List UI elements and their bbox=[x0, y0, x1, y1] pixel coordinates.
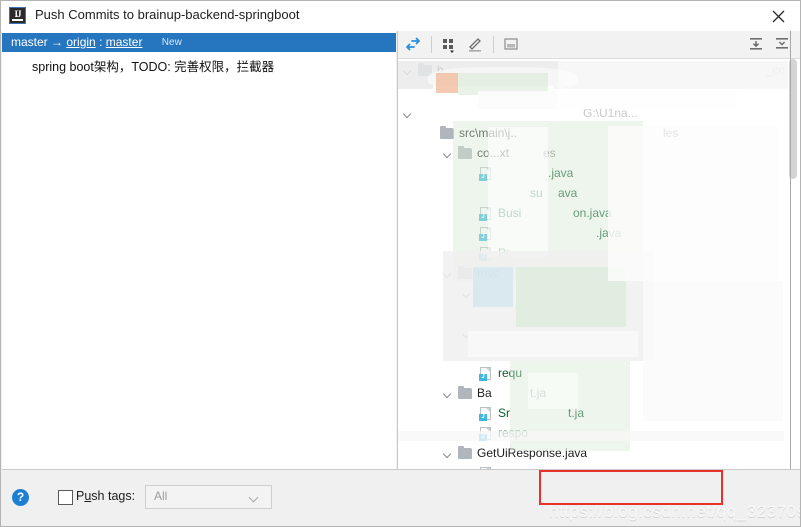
edit-source-icon[interactable] bbox=[466, 35, 486, 54]
close-icon[interactable] bbox=[756, 1, 800, 31]
tree-row-suffix: .java bbox=[596, 226, 622, 240]
folder-icon bbox=[440, 126, 454, 139]
dialog-footer: ? Push tags: All Push Cancel bbox=[2, 469, 800, 526]
title-bar: IJ Push Commits to brainup-backend-sprin… bbox=[1, 1, 800, 31]
arrow-icon: → bbox=[51, 35, 64, 49]
tree-row-label: Ba bbox=[477, 386, 492, 400]
preview-diff-icon[interactable] bbox=[502, 35, 522, 54]
chevron-down-icon[interactable] bbox=[403, 61, 414, 80]
chevron-down-icon[interactable] bbox=[443, 384, 454, 403]
remote-label[interactable]: origin bbox=[66, 35, 95, 49]
panel-right-edge bbox=[790, 31, 791, 469]
tree-row-label: Pr bbox=[498, 246, 510, 260]
tree-row-label: GetUiResponse.java bbox=[477, 446, 588, 460]
push-tags-label: Push tags: bbox=[76, 489, 136, 503]
folder-icon bbox=[458, 146, 472, 159]
tree-row-suffix: on.java bbox=[573, 206, 612, 220]
expand-all-icon[interactable] bbox=[747, 35, 767, 54]
folder-icon bbox=[458, 386, 472, 399]
tags-value: All bbox=[154, 489, 168, 503]
java-file-icon bbox=[479, 207, 491, 221]
chevron-down-icon[interactable] bbox=[443, 144, 454, 163]
tree-row-suffix: _co bbox=[766, 63, 784, 77]
tree-row-suffix: G:\U1na... bbox=[583, 106, 638, 120]
chevron-down-icon[interactable] bbox=[443, 264, 454, 283]
tree-row-suffix: les bbox=[663, 126, 679, 140]
files-toolbar bbox=[398, 31, 800, 59]
tree-row-suffix: ava bbox=[558, 186, 578, 200]
branch-row[interactable]: master → origin : master New bbox=[2, 33, 396, 52]
chevron-down-icon[interactable] bbox=[462, 324, 473, 343]
tags-dropdown[interactable]: All bbox=[145, 485, 272, 509]
tree-scrollbar[interactable] bbox=[785, 59, 800, 469]
folder-icon bbox=[458, 446, 472, 459]
help-icon[interactable]: ? bbox=[12, 489, 29, 506]
page-title: Push Commits to brainup-backend-springbo… bbox=[35, 7, 300, 22]
folder-icon bbox=[418, 63, 432, 76]
tree-row-label: mvc bbox=[477, 266, 499, 280]
java-file-icon bbox=[479, 167, 491, 181]
java-file-icon bbox=[479, 367, 491, 381]
branch-separator: : bbox=[99, 35, 103, 49]
group-by-icon[interactable] bbox=[440, 35, 460, 54]
push-commits-dialog: IJ Push Commits to brainup-backend-sprin… bbox=[0, 0, 801, 527]
list-item[interactable]: spring boot架构，TODO: 完善权限，拦截器 bbox=[2, 55, 396, 75]
tree-row-suffix: t.ja bbox=[568, 406, 585, 420]
commits-panel[interactable]: master → origin : master New spring boot… bbox=[2, 31, 396, 469]
tree-row-label: b.. bbox=[437, 63, 451, 77]
tree-row-label: co...xt bbox=[477, 146, 510, 160]
tree-row-label: requ bbox=[498, 366, 523, 380]
local-branch-label: master bbox=[11, 35, 48, 49]
java-file-icon bbox=[479, 407, 491, 421]
tree-row-label: respo bbox=[498, 426, 529, 440]
tree-row-label: Sr bbox=[498, 406, 510, 420]
java-file-icon bbox=[479, 247, 491, 261]
tree-row-label: Busi bbox=[498, 206, 522, 220]
chevron-down-icon[interactable] bbox=[403, 104, 414, 123]
tree-row-suffix: es bbox=[543, 146, 556, 160]
tree-row-suffix: .java bbox=[548, 166, 574, 180]
tree-row-label: su bbox=[530, 186, 543, 200]
folder-icon bbox=[458, 266, 472, 279]
remote-branch-label[interactable]: master bbox=[106, 35, 143, 49]
java-file-icon bbox=[479, 427, 491, 441]
changed-files-tree[interactable]: b.. _co G:\U1na... src\main\j.. les co..… bbox=[398, 59, 784, 469]
tree-row-suffix: t.ja bbox=[530, 386, 547, 400]
chevron-down-icon[interactable] bbox=[462, 284, 473, 303]
intellij-idea-icon: IJ bbox=[9, 7, 26, 24]
push-tags-checkbox[interactable] bbox=[58, 490, 73, 505]
changed-files-panel[interactable]: b.. _co G:\U1na... src\main\j.. les co..… bbox=[398, 31, 800, 469]
compare-changes-icon[interactable] bbox=[404, 35, 424, 54]
java-file-icon bbox=[479, 227, 491, 241]
tree-row-label: src\main\j.. bbox=[459, 126, 518, 140]
commit-message: spring boot架构，TODO: 完善权限，拦截器 bbox=[32, 60, 275, 74]
chevron-down-icon[interactable] bbox=[443, 444, 454, 463]
status-badge: New bbox=[161, 37, 182, 48]
